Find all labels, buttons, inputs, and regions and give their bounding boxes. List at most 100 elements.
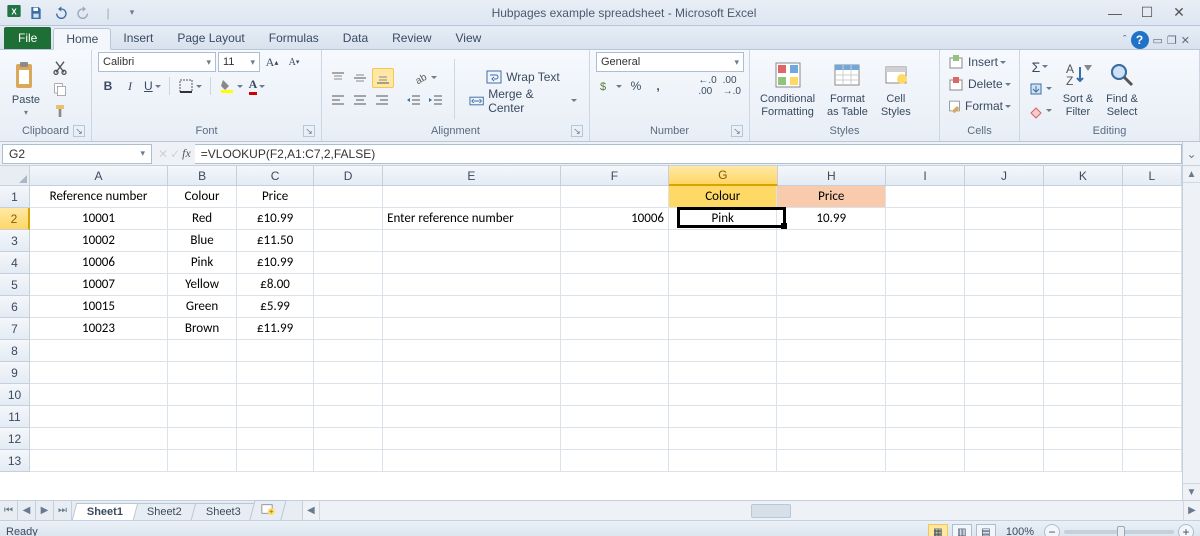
column-header-F[interactable]: F [561, 166, 669, 186]
cell-J11[interactable] [965, 406, 1044, 428]
cell-G1[interactable]: Colour [669, 186, 777, 208]
comma-format-button[interactable]: , [648, 76, 668, 96]
cell-A7[interactable]: 10023 [30, 318, 168, 340]
cell-K12[interactable] [1044, 428, 1123, 450]
cell-H8[interactable] [777, 340, 885, 362]
cell-E1[interactable] [383, 186, 560, 208]
column-header-I[interactable]: I [886, 166, 965, 186]
cell-B10[interactable] [168, 384, 237, 406]
row-header-1[interactable]: 1 [0, 186, 30, 208]
cell-K13[interactable] [1044, 450, 1123, 472]
align-bottom-button[interactable] [372, 68, 394, 88]
cell-G2[interactable]: Pink [669, 208, 777, 230]
cell-B12[interactable] [168, 428, 237, 450]
cell-H3[interactable] [777, 230, 885, 252]
workbook-restore-button[interactable]: ❐ [1167, 34, 1177, 47]
cell-H12[interactable] [777, 428, 885, 450]
align-top-button[interactable] [328, 68, 348, 88]
cell-D11[interactable] [314, 406, 383, 428]
close-button[interactable]: ✕ [1164, 3, 1194, 23]
save-icon[interactable] [26, 3, 46, 23]
column-header-H[interactable]: H [778, 166, 886, 186]
vertical-scrollbar[interactable]: ▲ ▼ [1182, 166, 1200, 500]
cell-E4[interactable] [383, 252, 560, 274]
cell-J8[interactable] [965, 340, 1044, 362]
cell-J13[interactable] [965, 450, 1044, 472]
cell-L6[interactable] [1123, 296, 1182, 318]
cell-I4[interactable] [886, 252, 965, 274]
minimize-button[interactable]: — [1100, 3, 1130, 23]
row-headers[interactable]: 12345678910111213 [0, 186, 30, 472]
insert-cells-button[interactable]: Insert [946, 52, 1013, 72]
sheet-nav-last[interactable]: ⏭ [54, 501, 72, 520]
cell-E9[interactable] [383, 362, 560, 384]
expand-formula-bar-button[interactable]: ⌄ [1182, 142, 1200, 165]
cell-C2[interactable]: £10.99 [237, 208, 314, 230]
cell-I3[interactable] [886, 230, 965, 252]
cell-A11[interactable] [30, 406, 168, 428]
tab-file[interactable]: File [4, 27, 51, 49]
cell-K2[interactable] [1044, 208, 1123, 230]
align-right-button[interactable] [372, 90, 392, 110]
row-header-7[interactable]: 7 [0, 318, 30, 340]
sort-filter-button[interactable]: AZ Sort & Filter [1058, 57, 1098, 119]
cell-E8[interactable] [383, 340, 560, 362]
row-header-4[interactable]: 4 [0, 252, 30, 274]
column-header-J[interactable]: J [965, 166, 1044, 186]
cell-B2[interactable]: Red [168, 208, 237, 230]
alignment-dialog-launcher[interactable]: ↘ [571, 125, 583, 137]
cell-K10[interactable] [1044, 384, 1123, 406]
align-left-button[interactable] [328, 90, 348, 110]
cell-I12[interactable] [886, 428, 965, 450]
cell-B8[interactable] [168, 340, 237, 362]
cell-I7[interactable] [886, 318, 965, 340]
align-center-button[interactable] [350, 90, 370, 110]
column-header-E[interactable]: E [383, 166, 561, 186]
zoom-level[interactable]: 100% [1006, 526, 1034, 536]
cell-A5[interactable]: 10007 [30, 274, 168, 296]
cell-G9[interactable] [669, 362, 777, 384]
cell-L9[interactable] [1123, 362, 1182, 384]
workbook-minimize-button[interactable]: ▭ [1153, 34, 1163, 47]
cell-I6[interactable] [886, 296, 965, 318]
cell-H2[interactable]: 10.99 [777, 208, 885, 230]
cell-A9[interactable] [30, 362, 168, 384]
row-header-12[interactable]: 12 [0, 428, 30, 450]
cell-J4[interactable] [965, 252, 1044, 274]
cell-D7[interactable] [314, 318, 383, 340]
select-all-button[interactable] [0, 166, 30, 186]
cell-F11[interactable] [561, 406, 669, 428]
cell-H11[interactable] [777, 406, 885, 428]
cell-L8[interactable] [1123, 340, 1182, 362]
cell-B13[interactable] [168, 450, 237, 472]
cell-F1[interactable] [561, 186, 669, 208]
cell-F4[interactable] [561, 252, 669, 274]
sheet-nav-next[interactable]: ▶ [36, 501, 54, 520]
cell-F7[interactable] [561, 318, 669, 340]
cell-C6[interactable]: £5.99 [237, 296, 314, 318]
format-painter-button[interactable] [50, 101, 70, 121]
number-dialog-launcher[interactable]: ↘ [731, 125, 743, 137]
sheet-tab-1[interactable]: Sheet1 [72, 503, 139, 520]
cell-L2[interactable] [1123, 208, 1182, 230]
cell-A8[interactable] [30, 340, 168, 362]
cell-D2[interactable] [314, 208, 383, 230]
wrap-text-button[interactable]: Wrap Text [463, 67, 583, 87]
increase-font-button[interactable]: A▴ [262, 52, 282, 72]
cell-L4[interactable] [1123, 252, 1182, 274]
cell-I8[interactable] [886, 340, 965, 362]
zoom-out-button[interactable]: − [1044, 524, 1060, 536]
tab-view[interactable]: View [444, 27, 494, 49]
cell-K5[interactable] [1044, 274, 1123, 296]
cell-F13[interactable] [561, 450, 669, 472]
column-header-C[interactable]: C [237, 166, 314, 186]
cell-A13[interactable] [30, 450, 168, 472]
cell-L5[interactable] [1123, 274, 1182, 296]
cell-H7[interactable] [777, 318, 885, 340]
cell-F10[interactable] [561, 384, 669, 406]
cell-A1[interactable]: Reference number [30, 186, 168, 208]
cell-B11[interactable] [168, 406, 237, 428]
cell-I5[interactable] [886, 274, 965, 296]
increase-indent-button[interactable] [426, 90, 446, 110]
cell-G3[interactable] [669, 230, 777, 252]
